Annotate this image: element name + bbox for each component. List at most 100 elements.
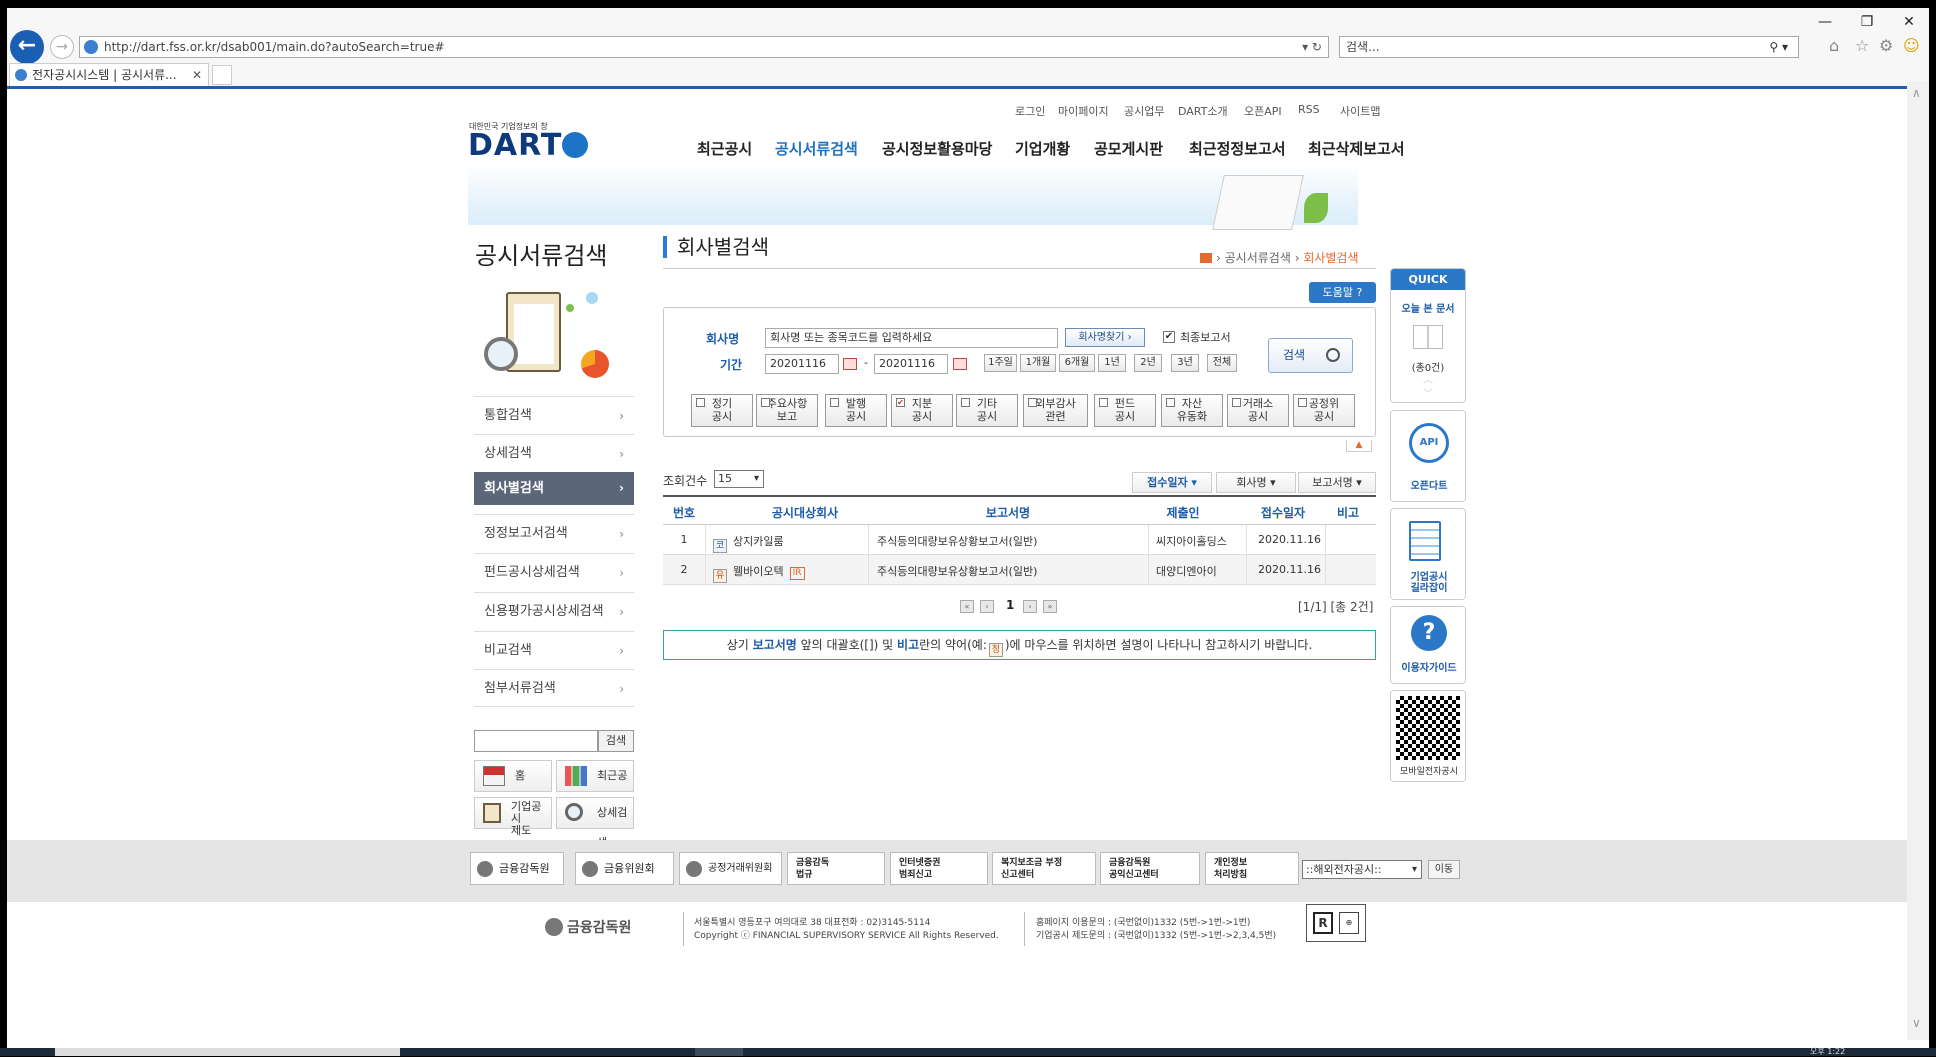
- footer-law-link[interactable]: 금융감독 법규: [787, 852, 885, 885]
- gnav-utilize[interactable]: 공시정보활용마당: [882, 138, 992, 159]
- quick-detail-button[interactable]: 상세검색: [556, 797, 634, 849]
- sidebar-item-fund[interactable]: 펀드공시상세검색 ›: [474, 553, 634, 591]
- type-other-checkbox[interactable]: 기타 공시: [956, 394, 1018, 427]
- gnav-recent[interactable]: 최근공시: [697, 138, 752, 159]
- row-company[interactable]: 코 상지카일룸: [713, 533, 784, 553]
- sort-report-button[interactable]: 보고서명 ▾: [1298, 472, 1376, 493]
- chevron-down-icon[interactable]: ﹀: [1391, 388, 1465, 402]
- type-ftc-checkbox[interactable]: 공정위 공시: [1293, 394, 1355, 427]
- settings-icon[interactable]: ⚙: [1879, 36, 1893, 55]
- tab-close-icon[interactable]: ✕: [192, 64, 202, 86]
- sidebar-item-company[interactable]: 회사별검색 ›: [474, 472, 634, 505]
- final-report-checkbox[interactable]: ✔: [1163, 331, 1175, 343]
- first-page-icon[interactable]: «: [960, 600, 974, 613]
- back-button[interactable]: ←: [10, 30, 44, 64]
- row-company-name[interactable]: 상지카일룸: [733, 535, 784, 548]
- search-button[interactable]: 검색: [1268, 338, 1353, 373]
- mobile-qr[interactable]: 모바일전자공시: [1390, 690, 1466, 782]
- gnav-corrected[interactable]: 최근정정보고서: [1189, 138, 1286, 159]
- help-button[interactable]: 도움말 ?: [1309, 282, 1376, 303]
- type-major-checkbox[interactable]: 주요사항 보고: [756, 394, 818, 427]
- footer-welfare-link[interactable]: 복지보조금 부정 신고센터: [992, 852, 1096, 885]
- gnav-offering[interactable]: 공모게시판: [1094, 138, 1163, 159]
- sidebar-search-button[interactable]: 검색: [598, 730, 634, 752]
- quick-recent-button[interactable]: 최근공시: [556, 760, 634, 812]
- period-all-button[interactable]: 전체: [1207, 354, 1237, 372]
- forward-button[interactable]: →: [50, 35, 74, 59]
- type-issue-checkbox[interactable]: 발행 공시: [825, 394, 887, 427]
- sidebar-search-input[interactable]: [474, 730, 598, 752]
- close-window-icon[interactable]: ✕: [1891, 12, 1927, 32]
- overseas-select[interactable]: ::해외전자공시:: ▾: [1302, 860, 1422, 879]
- last-page-icon[interactable]: »: [1043, 600, 1057, 613]
- footer-public-link[interactable]: 금융감독원 공익신고센터: [1100, 852, 1200, 885]
- quick-home-button[interactable]: 홈: [474, 760, 552, 792]
- find-company-button[interactable]: 회사명찾기 ›: [1065, 328, 1145, 347]
- new-tab-button[interactable]: [212, 65, 232, 85]
- vertical-scrollbar[interactable]: ∧ ∨: [1907, 81, 1929, 1040]
- sidebar-item-corrected[interactable]: 정정보고서검색 ›: [474, 514, 634, 552]
- scroll-down-icon[interactable]: ∨: [1912, 1016, 1921, 1030]
- period-6month-button[interactable]: 6개월: [1059, 354, 1095, 372]
- restore-icon[interactable]: ❐: [1849, 12, 1885, 32]
- footer-crime-link[interactable]: 인터넷증권 범죄신고: [890, 852, 988, 885]
- row-company-name[interactable]: 웰바이오텍: [733, 565, 784, 578]
- footer-fss-link[interactable]: 금융감독원: [470, 852, 564, 885]
- period-3year-button[interactable]: 3년: [1171, 354, 1199, 372]
- next-page-icon[interactable]: ›: [1023, 600, 1037, 613]
- address-bar[interactable]: http://dart.fss.or.kr/dsab001/main.do?au…: [79, 36, 1329, 58]
- util-mypage[interactable]: 마이페이지: [1058, 103, 1109, 119]
- browser-tab[interactable]: 전자공시시스템 | 공시서류... ✕: [9, 63, 209, 87]
- breadcrumb-item[interactable]: 공시서류검색: [1225, 251, 1291, 265]
- util-about[interactable]: DART소개: [1178, 103, 1228, 119]
- prev-page-icon[interactable]: ‹: [980, 600, 994, 613]
- row-company[interactable]: 유 웰바이오텍 IR: [713, 563, 805, 583]
- sidebar-item-detail[interactable]: 상세검색 ›: [474, 434, 634, 472]
- row-report[interactable]: 주식등의대량보유상황보고서(일반): [877, 563, 1037, 579]
- go-button[interactable]: 이동: [1428, 860, 1460, 879]
- gnav-company[interactable]: 기업개황: [1015, 138, 1070, 159]
- opendart-link[interactable]: API 오픈다트: [1390, 410, 1466, 502]
- util-login[interactable]: 로그인: [1015, 103, 1045, 119]
- type-fund-checkbox[interactable]: 펀드 공시: [1094, 394, 1156, 427]
- footer-fsc-link[interactable]: 금융위원회: [575, 852, 674, 885]
- sort-company-button[interactable]: 회사명 ▾: [1216, 472, 1296, 493]
- util-work[interactable]: 공시업무: [1124, 103, 1164, 119]
- footer-ftc-link[interactable]: 공정거래위원회: [679, 852, 782, 885]
- type-regular-checkbox[interactable]: 정기 공시: [691, 394, 753, 427]
- ir-badge[interactable]: IR: [789, 567, 805, 580]
- user-guide-link[interactable]: ? 이용자가이드: [1390, 606, 1466, 684]
- sidebar-item-compare[interactable]: 비교검색 ›: [474, 631, 634, 669]
- period-2year-button[interactable]: 2년: [1134, 354, 1162, 372]
- period-1year-button[interactable]: 1년: [1098, 354, 1126, 372]
- scroll-up-icon[interactable]: ∧: [1912, 86, 1921, 100]
- type-abs-checkbox[interactable]: 자산 유동화: [1161, 394, 1223, 427]
- browser-search-box[interactable]: 검색... ⚲ ▾: [1339, 36, 1799, 58]
- taskbar-item[interactable]: [55, 1048, 400, 1056]
- dart-logo[interactable]: DART: [468, 128, 589, 163]
- favorites-icon[interactable]: ☆: [1855, 36, 1869, 55]
- row-report[interactable]: 주식등의대량보유상황보고서(일반): [877, 533, 1037, 549]
- refresh-icon[interactable]: ▾ ↻: [1302, 37, 1322, 57]
- footer-privacy-link[interactable]: 개인정보 처리방침: [1205, 852, 1299, 885]
- type-exchange-checkbox[interactable]: 거래소 공시: [1227, 394, 1289, 427]
- util-sitemap[interactable]: 사이트맵: [1340, 103, 1380, 119]
- calendar-icon[interactable]: [953, 358, 967, 370]
- sidebar-item-attach[interactable]: 첨부서류검색 ›: [474, 669, 634, 707]
- taskbar-item[interactable]: [695, 1048, 743, 1056]
- current-page[interactable]: 1: [1006, 598, 1014, 612]
- count-select[interactable]: 15 ▾: [714, 470, 764, 488]
- collapse-icon[interactable]: ▲: [1346, 440, 1372, 452]
- disclosure-guide-link[interactable]: 기업공시 길라잡이: [1390, 508, 1466, 600]
- util-openapi[interactable]: 오픈API: [1244, 103, 1282, 119]
- period-1week-button[interactable]: 1주일: [984, 354, 1017, 372]
- minimize-icon[interactable]: —: [1807, 12, 1843, 32]
- home-icon[interactable]: ⌂: [1829, 36, 1839, 55]
- period-1month-button[interactable]: 1개월: [1020, 354, 1056, 372]
- type-share-checkbox[interactable]: ✔ 지분 공시: [891, 394, 953, 427]
- date-to-input[interactable]: 20201116: [874, 354, 948, 374]
- quick-system-button[interactable]: 기업공시 제도: [474, 797, 552, 837]
- gnav-deleted[interactable]: 최근삭제보고서: [1308, 138, 1405, 159]
- gnav-search[interactable]: 공시서류검색: [775, 138, 858, 159]
- type-audit-checkbox[interactable]: 외부감사 관련: [1023, 394, 1088, 427]
